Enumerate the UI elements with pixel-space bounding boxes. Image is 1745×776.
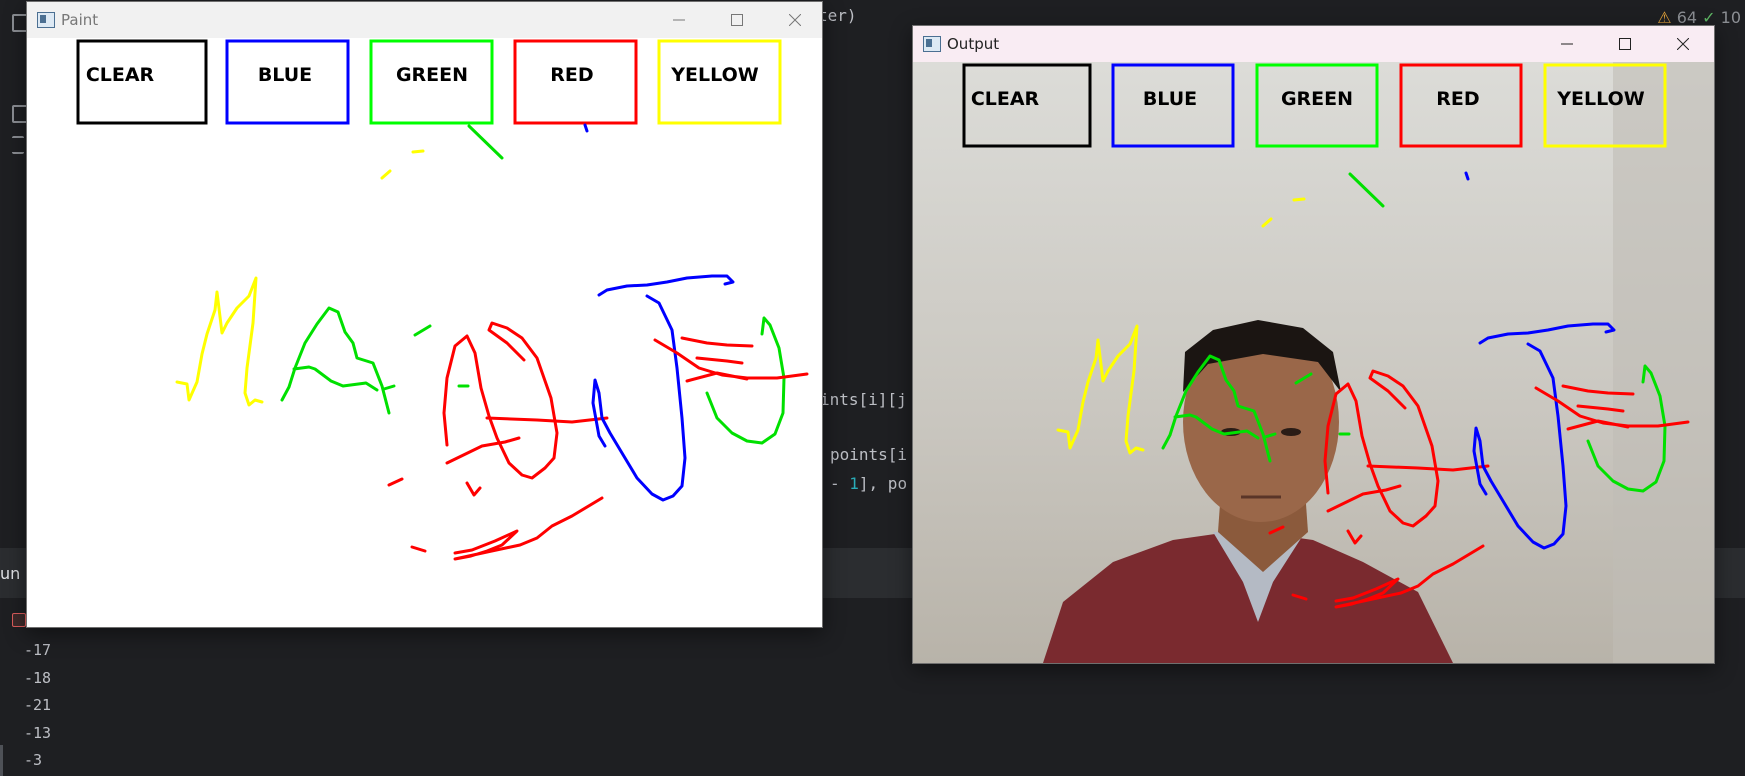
- code-minus: -: [830, 474, 850, 493]
- paint-window-title: Paint: [61, 11, 99, 29]
- stroke-blue-j: [591, 274, 735, 502]
- output-titlebar[interactable]: Output: [913, 26, 1714, 62]
- code-rest: ], po: [858, 474, 908, 493]
- console-line: -18: [24, 669, 52, 687]
- output-window: Output CLEAR BLUE GREEN RED YELLOW: [912, 25, 1715, 664]
- maximize-button[interactable]: [1596, 26, 1654, 62]
- maximize-icon: [731, 14, 743, 26]
- code-line-4: - 1], po: [830, 474, 907, 493]
- stroke-red-zigzag: [453, 496, 604, 561]
- minimize-icon: [1561, 43, 1573, 45]
- stroke-red-bar: [445, 416, 609, 465]
- stroke-red-dots: [387, 477, 482, 553]
- minimize-icon: [673, 19, 685, 21]
- console-line: -21: [24, 696, 52, 714]
- code-line-3: points[i: [830, 445, 908, 464]
- stroke-yellow: [380, 149, 425, 180]
- console-line: -17: [24, 641, 52, 659]
- output-app-icon: [923, 36, 941, 52]
- yellow-button-label: YELLOW: [670, 64, 758, 86]
- code-line-2: ints[i][j: [820, 390, 907, 409]
- code-line-1: ter): [818, 6, 857, 25]
- stroke-green: [467, 124, 504, 160]
- drawn-strokes: [175, 123, 809, 561]
- close-button[interactable]: [766, 2, 822, 38]
- stroke-blue: [1464, 171, 1470, 181]
- stroke-blue: [583, 123, 589, 133]
- stroke-green-dash: [382, 324, 470, 391]
- maximize-button[interactable]: [708, 2, 766, 38]
- check-count: 10: [1720, 8, 1741, 27]
- minimize-button[interactable]: [1538, 26, 1596, 62]
- stroke-green-a: [280, 306, 391, 415]
- console-scrollbar[interactable]: [0, 745, 3, 776]
- paint-app-icon: [37, 12, 55, 28]
- close-icon: [1677, 38, 1689, 50]
- green-button-label: GREEN: [396, 64, 468, 86]
- ide-left-icon-list[interactable]: [12, 136, 24, 154]
- maximize-icon: [1619, 38, 1631, 50]
- red-button-label: RED: [1436, 88, 1479, 110]
- yellow-button-label: YELLOW: [1556, 88, 1644, 110]
- stop-icon[interactable]: [12, 613, 26, 627]
- wall-right-shade: [1613, 62, 1714, 663]
- run-tab-label[interactable]: un: [0, 564, 20, 583]
- stroke-green-hook: [705, 316, 786, 445]
- console-line: -13: [24, 724, 52, 742]
- blue-button-label: BLUE: [258, 64, 312, 86]
- clear-button-label: CLEAR: [971, 88, 1040, 110]
- close-icon: [789, 14, 801, 26]
- close-button[interactable]: [1654, 26, 1712, 62]
- minimize-button[interactable]: [650, 2, 708, 38]
- camera-feed[interactable]: CLEAR BLUE GREEN RED YELLOW: [913, 62, 1714, 663]
- code-number: 1: [849, 474, 859, 493]
- clear-button-label: CLEAR: [86, 64, 155, 86]
- paint-titlebar[interactable]: Paint: [27, 2, 822, 38]
- red-button-label: RED: [550, 64, 593, 86]
- console-line: -3: [24, 751, 43, 769]
- paint-window: Paint CLEAR BLUE GREEN RED YELLOW: [26, 1, 823, 628]
- output-window-title: Output: [947, 35, 1000, 53]
- green-button-label: GREEN: [1281, 88, 1353, 110]
- person-eye-right: [1281, 428, 1301, 436]
- stroke-yellow-m: [175, 276, 264, 407]
- paint-canvas[interactable]: CLEAR BLUE GREEN RED YELLOW: [27, 38, 822, 627]
- blue-button-label: BLUE: [1143, 88, 1197, 110]
